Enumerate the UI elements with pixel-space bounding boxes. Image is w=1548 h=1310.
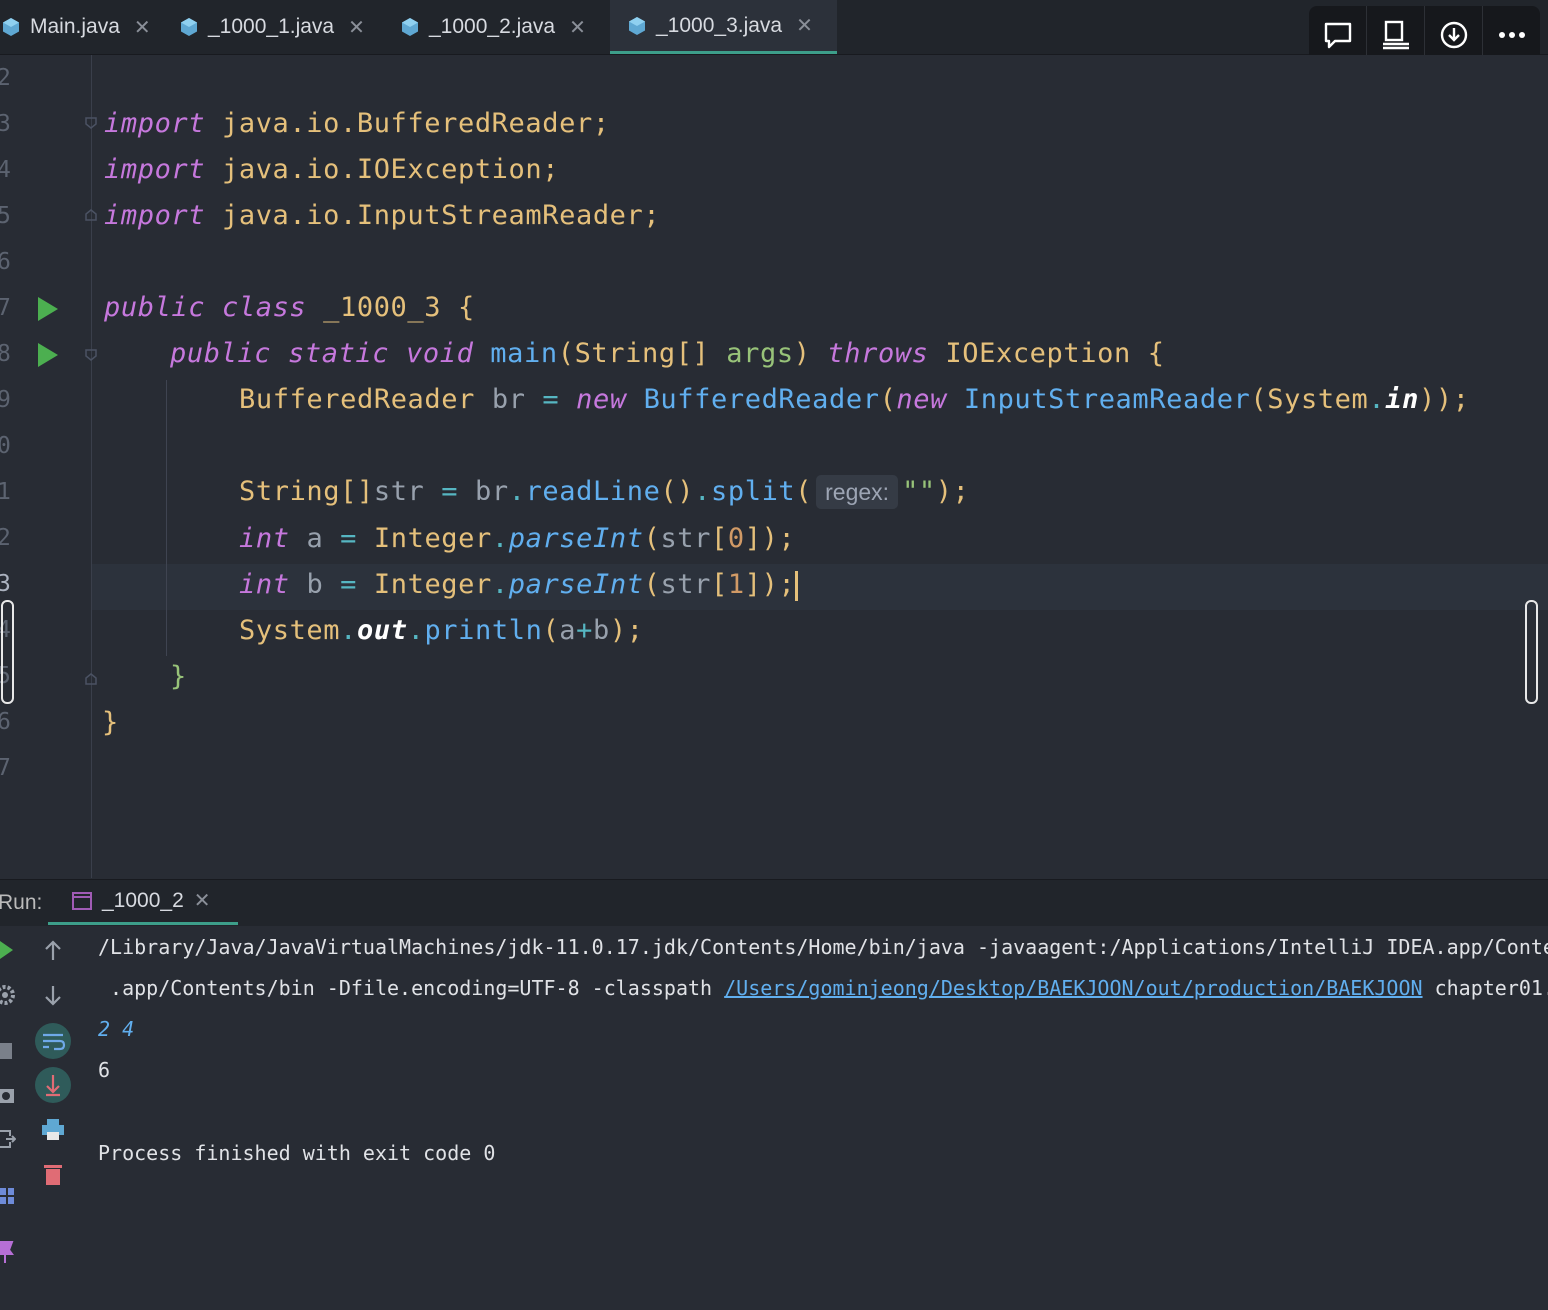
fold-marker-icon[interactable]	[84, 116, 98, 130]
line-number: 7	[0, 755, 11, 781]
console-finished-message: Process finished with exit code 0	[98, 1141, 496, 1165]
tab-label: _1000_1.java	[208, 15, 335, 38]
line-number: 3	[0, 111, 11, 137]
classpath-link[interactable]: /Users/gominjeong/Desktop/BAEKJOON/out/p…	[724, 976, 1422, 1000]
download-icon	[1440, 21, 1467, 49]
fold-marker-icon[interactable]	[84, 348, 98, 362]
code-line-14: System.out.println(a+b);	[239, 615, 644, 646]
close-icon[interactable]: ✕	[194, 888, 211, 913]
line-number: 9	[0, 387, 11, 413]
console-classpath-line: .app/Contents/bin -Dfile.encoding=UTF-8 …	[98, 976, 1548, 1000]
print-icon[interactable]	[40, 1118, 66, 1142]
run-class-icon[interactable]	[36, 296, 60, 322]
scroll-to-end-icon[interactable]	[34, 1066, 72, 1104]
line-number: 2	[0, 65, 11, 91]
run-main-icon[interactable]	[36, 342, 60, 368]
code-line-8: public static void main(String[] args) t…	[170, 338, 1165, 369]
line-number: 7	[0, 295, 11, 321]
settings-icon[interactable]	[0, 984, 16, 1006]
soft-wrap-icon[interactable]	[34, 1022, 72, 1060]
tab-main-java[interactable]: Main.java ✕	[0, 0, 166, 54]
line-number: 5	[0, 203, 11, 229]
parameter-hint: regex:	[816, 475, 899, 509]
line-number: 0	[0, 433, 11, 459]
line-number: 6	[0, 709, 11, 735]
tab-label: _1000_2.java	[429, 15, 556, 38]
close-icon[interactable]: ✕	[796, 13, 813, 38]
exit-icon[interactable]	[0, 1128, 16, 1150]
console-input: 2 4	[98, 1017, 135, 1041]
trash-icon[interactable]	[42, 1162, 64, 1186]
tab-label: _1000_3.java	[656, 13, 783, 37]
up-arrow-icon[interactable]	[40, 938, 66, 964]
close-icon[interactable]: ✕	[569, 15, 586, 40]
tab-1000-2-java[interactable]: _1000_2.java ✕	[391, 0, 606, 54]
indent-guide	[166, 380, 167, 656]
code-line-12: int a = Integer.parseInt(str[0]);	[239, 523, 796, 554]
code-line-7: public class _1000_3 {	[104, 292, 475, 323]
line-number: 8	[0, 341, 11, 367]
stop-icon[interactable]	[0, 1042, 14, 1060]
vertical-scrollbar[interactable]	[1525, 600, 1538, 704]
gutter-divider	[91, 55, 92, 878]
fold-end-marker-icon[interactable]	[84, 208, 98, 222]
presentation-icon	[1382, 20, 1409, 50]
code-line-9: BufferedReader br = new BufferedReader(n…	[239, 384, 1470, 415]
tab-1000-3-java[interactable]: _1000_3.java ✕	[610, 0, 837, 54]
console-command-line: /Library/Java/JavaVirtualMachines/jdk-11…	[98, 935, 1548, 959]
rerun-icon[interactable]	[0, 940, 14, 960]
console-output-value: 6	[98, 1058, 111, 1082]
java-class-icon	[402, 18, 418, 36]
pin-icon[interactable]	[0, 1240, 14, 1264]
line-number: 2	[0, 525, 11, 551]
run-tab-1000-2[interactable]: _1000_2 ✕	[48, 879, 238, 925]
run-label: Run:	[0, 891, 43, 914]
fold-end-marker-icon[interactable]	[84, 672, 98, 686]
layout-icon[interactable]	[0, 1186, 16, 1206]
left-scroll-handle[interactable]	[1, 600, 14, 704]
line-number: 1	[0, 479, 11, 505]
java-class-icon	[3, 18, 19, 36]
java-class-icon	[629, 16, 645, 35]
code-line-3: import java.io.BufferedReader;	[104, 108, 610, 139]
java-class-icon	[181, 18, 197, 36]
code-line-16: }	[102, 707, 119, 738]
run-tab-label: _1000_2	[102, 888, 184, 912]
down-arrow-icon[interactable]	[40, 982, 66, 1008]
tab-1000-1-java[interactable]: _1000_1.java ✕	[170, 0, 385, 54]
line-number: 4	[0, 157, 11, 183]
text-caret	[795, 570, 799, 601]
camera-icon[interactable]	[0, 1084, 16, 1106]
code-line-13: int b = Integer.parseInt(str[1]);	[239, 562, 799, 608]
console-icon	[72, 891, 92, 910]
tab-label: Main.java	[30, 15, 120, 38]
code-line-11: String[]str = br.readLine().split(regex:…	[239, 475, 970, 509]
close-icon[interactable]: ✕	[134, 15, 151, 40]
code-line-5: import java.io.InputStreamReader;	[104, 200, 661, 231]
line-number: 6	[0, 249, 11, 275]
comment-icon	[1324, 22, 1351, 49]
code-line-4: import java.io.IOException;	[104, 154, 560, 185]
more-icon	[1498, 32, 1525, 38]
close-icon[interactable]: ✕	[348, 15, 365, 40]
code-line-15: }	[170, 661, 187, 692]
